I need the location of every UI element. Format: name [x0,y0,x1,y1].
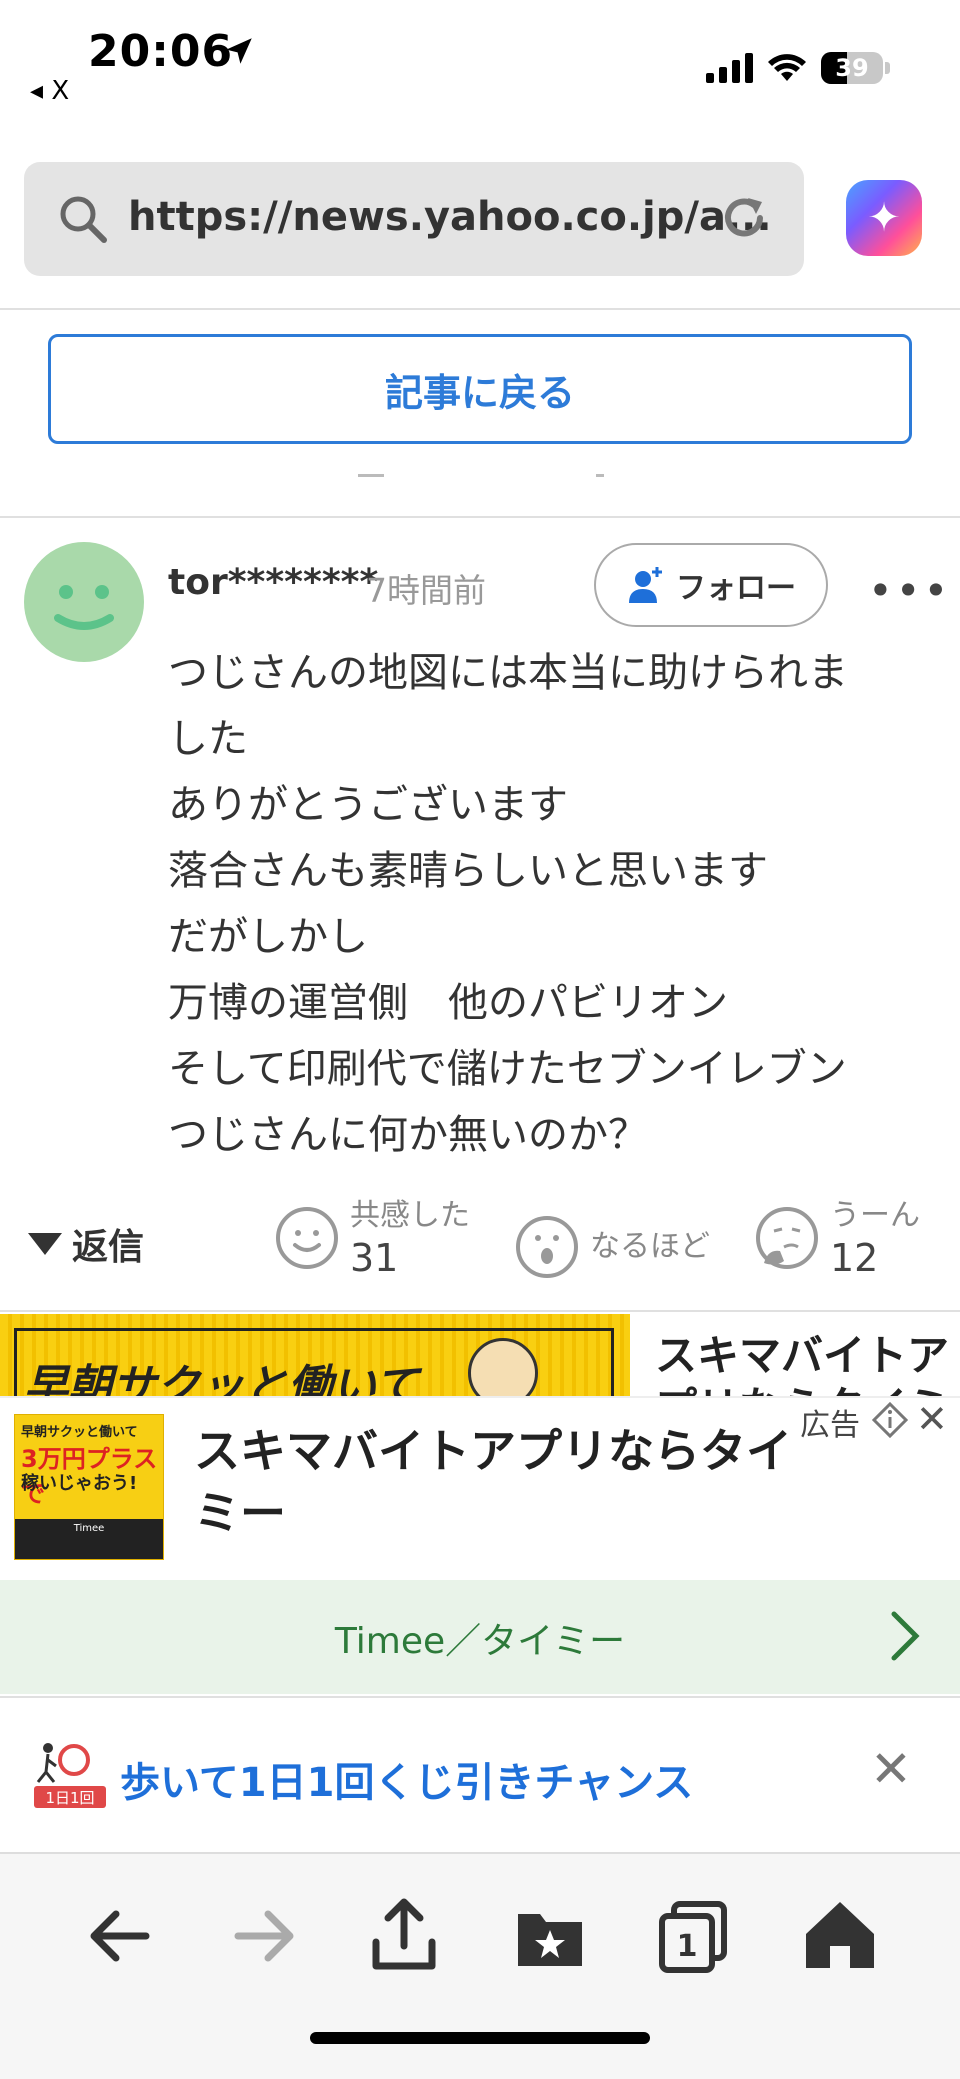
reload-icon[interactable] [718,192,770,244]
comment-username[interactable]: tor******** [168,562,378,603]
walking-lottery-icon: 1日1回 [34,1743,106,1808]
smile-face-icon [276,1207,338,1269]
status-icons: 39 [706,52,890,84]
comment-line: した [168,716,248,762]
thinking-face-icon [756,1207,818,1269]
comment-body: つじさんの地図には本当に助けられま した ありがとうございます 落合さんも素晴ら… [168,640,938,1168]
comment-line: 落合さんも素晴らしいと思います [168,848,768,894]
search-icon [60,196,107,243]
ad-title[interactable]: スキマバイトアプリならタイミー [194,1420,834,1544]
reaction-empathy-button[interactable]: 共感した 31 [274,1196,470,1280]
bookmarks-icon[interactable] [510,1896,590,1976]
home-indicator[interactable] [310,2032,650,2044]
svg-text:1: 1 [677,1929,698,1964]
tabs-icon[interactable]: 1 [654,1896,734,1976]
lottery-badge-text: 1日1回 [45,1789,94,1807]
share-icon[interactable] [364,1896,444,1976]
follow-label: フォロー [676,571,796,606]
reply-toggle[interactable]: 返信 [28,1218,144,1270]
comment-line: つじさんに何か無いのか？ [168,1112,648,1158]
comment-timestamp: 7時間前 [366,571,486,610]
reply-label: 返信 [72,1227,145,1268]
more-options-button[interactable]: ••• [868,566,951,615]
address-bar[interactable]: https://news.yahoo.co.jp/a... [24,162,804,276]
url-text[interactable]: https://news.yahoo.co.jp/a... [128,194,772,240]
ad-close-icon[interactable]: ✕ [916,1400,948,1438]
ad-thumb-line: 稼いじゃおう! [21,1473,138,1494]
ad-thumbnail[interactable]: 早朝サクッと働いて 3万円プラスで 稼いじゃおう! Timee [14,1414,164,1560]
chevron-right-icon [891,1611,920,1661]
reaction-label: 共感した [350,1198,470,1233]
smiley-avatar-icon [54,585,114,630]
ad-info-icon[interactable] [872,1402,908,1438]
lottery-text[interactable]: 歩いて1日1回くじ引きチャンス [120,1750,693,1808]
divider [0,516,960,518]
follow-button[interactable]: フォロー [594,543,828,627]
surprised-face-icon [516,1216,578,1278]
reaction-hmm-button[interactable]: うーん 12 [754,1196,920,1280]
reaction-insight-button[interactable]: なるほど [514,1214,710,1280]
reaction-label: なるほど [590,1229,710,1264]
reaction-count: 12 [830,1236,879,1280]
location-arrow-icon [226,38,252,64]
comment-line: 万博の運営側 他のパビリオン [168,980,728,1026]
ad-cta-button[interactable]: Timee／タイミー [0,1580,960,1694]
cellular-signal-icon [706,53,753,83]
back-arrow-icon[interactable] [80,1896,160,1976]
lottery-banner[interactable]: 1日1回 歩いて1日1回くじ引きチャンス ✕ [0,1700,960,1850]
forward-arrow-icon[interactable] [224,1896,304,1976]
divider-mark [596,474,604,480]
add-user-icon [629,567,662,603]
ad-banner-image[interactable]: 早朝サクッと働いて [0,1314,630,1396]
status-time: 20:06 [88,26,234,77]
comment-line: そして印刷代で儲けたセブンイレブン [168,1046,847,1092]
ad-banner-text: 早朝サクッと働いて [24,1361,419,1396]
back-to-app-link[interactable]: ◂ X [30,76,69,106]
caret-down-icon [28,1233,62,1255]
divider [0,1310,960,1312]
avatar[interactable] [24,542,144,662]
wifi-icon [768,54,806,81]
divider [0,308,960,310]
comment-line: ありがとうございます [168,782,568,828]
inline-ad[interactable]: 早朝サクッと働いて スキマバイトアプリならタイミ [0,1314,960,1396]
ad-thumb-footer: Timee [73,1523,105,1534]
sparkle-icon: ✦ [867,195,901,241]
divider-mark [358,474,384,480]
lottery-close-icon[interactable]: ✕ [870,1744,912,1794]
reaction-count: 31 [350,1236,399,1280]
comment-line: だがしかし [168,914,368,960]
browser-toolbar: 1 [0,1852,960,2079]
ad-thumb-line: 早朝サクッと働いて [21,1425,138,1440]
reaction-label: うーん [830,1198,920,1233]
ai-assistant-button[interactable]: ✦ [846,180,922,256]
back-to-article-button[interactable]: 記事に戻る [48,334,912,444]
ad-advertiser-name: Timee／タイミー [334,1621,626,1662]
battery-level: 39 [835,54,869,82]
status-bar: 20:06 ◂ X 39 [0,0,960,140]
home-icon[interactable] [800,1896,880,1976]
comment-line: つじさんの地図には本当に助けられま [168,650,848,696]
divider [0,1696,960,1698]
ad-inline-title[interactable]: スキマバイトアプリならタイミ [655,1330,955,1396]
battery-icon: 39 [821,52,883,84]
